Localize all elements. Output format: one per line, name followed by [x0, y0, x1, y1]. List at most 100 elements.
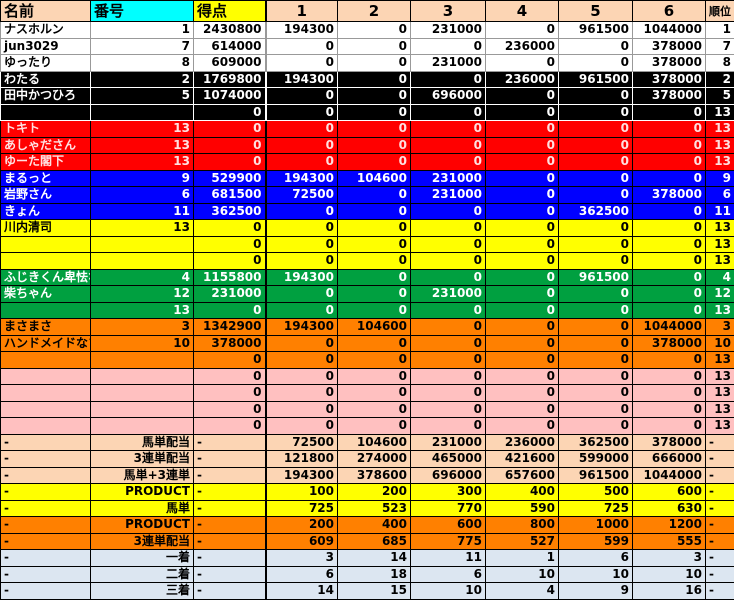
cell-race-5[interactable]: 0 — [558, 54, 633, 72]
cell-name[interactable] — [0, 351, 91, 369]
cell-race-1[interactable]: 0 — [265, 87, 338, 105]
cell-race-5[interactable]: 500 — [558, 483, 633, 501]
cell-race-6[interactable]: 1044000 — [632, 318, 706, 336]
cell-race-4[interactable]: 421600 — [485, 450, 559, 468]
cell-race-6[interactable]: 0 — [632, 169, 706, 187]
cell-score[interactable]: 0 — [193, 384, 267, 402]
cell-number[interactable]: 3連単配当 — [90, 450, 194, 468]
cell-name[interactable] — [0, 367, 91, 385]
cell-number[interactable]: 馬単 — [90, 499, 194, 517]
cell-race-4[interactable]: 0 — [485, 367, 559, 385]
cell-score[interactable]: - — [193, 549, 267, 567]
header-race-3[interactable]: 3 — [410, 0, 486, 22]
cell-number[interactable] — [90, 417, 194, 435]
cell-race-2[interactable]: 0 — [337, 202, 411, 220]
cell-race-1[interactable]: 194300 — [265, 169, 338, 187]
cell-race-3[interactable]: 0 — [410, 219, 486, 237]
cell-race-3[interactable]: 770 — [410, 499, 486, 517]
cell-race-4[interactable]: 0 — [485, 202, 559, 220]
cell-race-2[interactable]: 0 — [337, 21, 411, 39]
cell-score[interactable]: 378000 — [193, 334, 267, 352]
cell-race-3[interactable]: 231000 — [410, 54, 486, 72]
cell-number[interactable] — [90, 252, 194, 270]
cell-race-5[interactable]: 961500 — [558, 268, 633, 286]
cell-race-5[interactable]: 599000 — [558, 450, 633, 468]
cell-race-3[interactable]: 10 — [410, 582, 486, 600]
cell-score[interactable]: 1342900 — [193, 318, 267, 336]
cell-race-2[interactable]: 200 — [337, 483, 411, 501]
cell-race-1[interactable]: 0 — [265, 54, 338, 72]
cell-race-5[interactable]: 725 — [558, 499, 633, 517]
cell-rank[interactable]: 9 — [705, 169, 734, 187]
cell-score[interactable]: 0 — [193, 136, 267, 154]
cell-race-4[interactable]: 0 — [485, 87, 559, 105]
cell-race-5[interactable]: 0 — [558, 351, 633, 369]
cell-name[interactable]: - — [0, 450, 91, 468]
cell-race-2[interactable]: 0 — [337, 70, 411, 88]
cell-number[interactable]: 5 — [90, 87, 194, 105]
cell-race-2[interactable]: 400 — [337, 516, 411, 534]
cell-number[interactable]: 12 — [90, 285, 194, 303]
cell-number[interactable]: 13 — [90, 153, 194, 171]
cell-race-3[interactable]: 0 — [410, 202, 486, 220]
cell-score[interactable]: 0 — [193, 400, 267, 418]
cell-race-6[interactable]: 0 — [632, 202, 706, 220]
cell-race-5[interactable]: 362500 — [558, 202, 633, 220]
cell-race-2[interactable]: 0 — [337, 186, 411, 204]
cell-race-2[interactable]: 0 — [337, 37, 411, 55]
cell-race-5[interactable]: 0 — [558, 87, 633, 105]
cell-race-3[interactable]: 465000 — [410, 450, 486, 468]
cell-race-2[interactable]: 0 — [337, 367, 411, 385]
cell-race-1[interactable]: 194300 — [265, 466, 338, 484]
cell-name[interactable]: - — [0, 466, 91, 484]
cell-race-2[interactable]: 15 — [337, 582, 411, 600]
cell-race-5[interactable]: 0 — [558, 301, 633, 319]
cell-race-1[interactable]: 0 — [265, 235, 338, 253]
cell-race-3[interactable]: 0 — [410, 153, 486, 171]
cell-race-5[interactable]: 0 — [558, 37, 633, 55]
cell-race-1[interactable]: 0 — [265, 400, 338, 418]
cell-rank[interactable]: 13 — [705, 219, 734, 237]
cell-race-1[interactable]: 194300 — [265, 318, 338, 336]
cell-rank[interactable]: - — [705, 582, 734, 600]
cell-score[interactable]: 362500 — [193, 202, 267, 220]
cell-number[interactable]: 3連単配当 — [90, 532, 194, 550]
cell-race-6[interactable]: 1044000 — [632, 466, 706, 484]
cell-race-6[interactable]: 0 — [632, 351, 706, 369]
cell-race-4[interactable]: 0 — [485, 400, 559, 418]
cell-race-2[interactable]: 0 — [337, 219, 411, 237]
cell-rank[interactable]: - — [705, 516, 734, 534]
cell-race-5[interactable]: 0 — [558, 400, 633, 418]
cell-race-4[interactable]: 236000 — [485, 433, 559, 451]
cell-race-4[interactable]: 0 — [485, 120, 559, 138]
cell-number[interactable]: 馬単+3連単 — [90, 466, 194, 484]
cell-race-3[interactable]: 0 — [410, 367, 486, 385]
cell-score[interactable]: 0 — [193, 367, 267, 385]
cell-number[interactable]: 13 — [90, 136, 194, 154]
cell-race-1[interactable]: 0 — [265, 334, 338, 352]
cell-race-5[interactable]: 961500 — [558, 21, 633, 39]
cell-rank[interactable]: 13 — [705, 367, 734, 385]
cell-race-2[interactable]: 104600 — [337, 169, 411, 187]
cell-name[interactable] — [0, 400, 91, 418]
cell-race-5[interactable]: 961500 — [558, 466, 633, 484]
cell-race-4[interactable]: 0 — [485, 186, 559, 204]
cell-score[interactable]: - — [193, 532, 267, 550]
cell-name[interactable]: - — [0, 499, 91, 517]
cell-race-6[interactable]: 10 — [632, 565, 706, 583]
cell-race-3[interactable]: 696000 — [410, 466, 486, 484]
cell-name[interactable]: jun3029 — [0, 37, 91, 55]
cell-number[interactable]: 7 — [90, 37, 194, 55]
cell-score[interactable]: 0 — [193, 252, 267, 270]
cell-race-2[interactable]: 0 — [337, 285, 411, 303]
cell-race-5[interactable]: 1000 — [558, 516, 633, 534]
cell-score[interactable]: - — [193, 450, 267, 468]
cell-name[interactable]: - — [0, 532, 91, 550]
cell-race-5[interactable]: 0 — [558, 384, 633, 402]
cell-race-3[interactable]: 0 — [410, 70, 486, 88]
cell-race-2[interactable]: 0 — [337, 120, 411, 138]
cell-race-1[interactable]: 0 — [265, 153, 338, 171]
cell-rank[interactable]: 1 — [705, 21, 734, 39]
cell-race-1[interactable]: 194300 — [265, 21, 338, 39]
cell-race-5[interactable]: 0 — [558, 153, 633, 171]
